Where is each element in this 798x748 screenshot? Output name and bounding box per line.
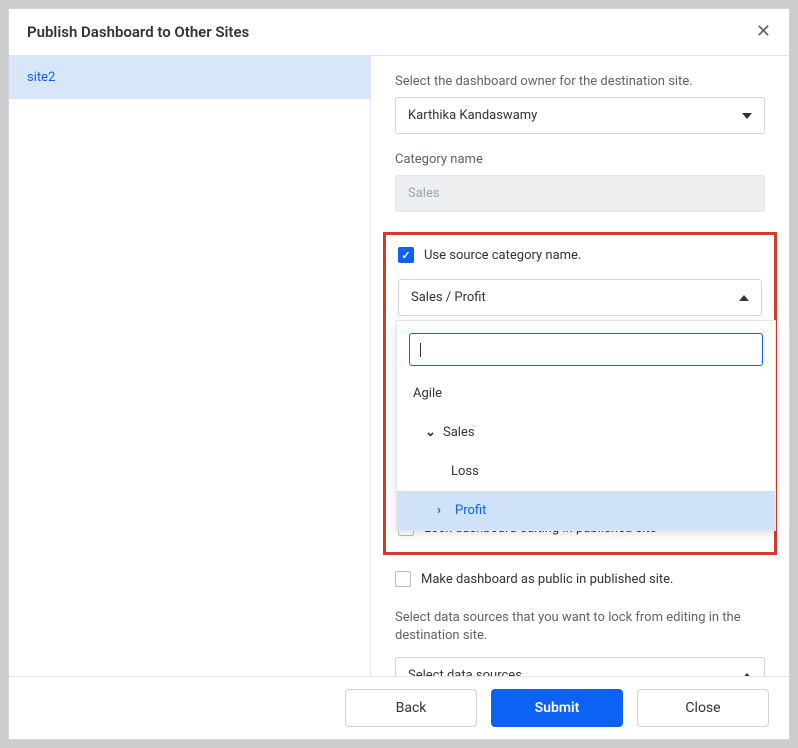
dialog-title: Publish Dashboard to Other Sites	[27, 23, 249, 41]
tree-item-sales[interactable]: ⌄ Sales	[397, 413, 775, 452]
datasource-hint: Select data sources that you want to loc…	[395, 609, 765, 645]
dialog-body: site2 Select the dashboard owner for the…	[9, 56, 789, 676]
sidebar-item-site2[interactable]: site2	[9, 56, 370, 99]
use-source-label: Use source category name.	[424, 248, 581, 263]
use-source-checkbox-row[interactable]: ✓ Use source category name.	[398, 247, 762, 263]
chevron-down-icon: ⌄	[425, 425, 437, 440]
owner-select-value: Karthika Kandaswamy	[408, 108, 537, 123]
main-panel: Select the dashboard owner for the desti…	[371, 56, 789, 676]
tree-item-loss[interactable]: Loss	[397, 452, 775, 491]
checkbox-checked-icon[interactable]: ✓	[398, 247, 414, 263]
caret-up-icon	[742, 673, 752, 676]
sidebar: site2	[9, 56, 371, 676]
owner-select[interactable]: Karthika Kandaswamy	[395, 97, 765, 134]
datasource-value: Select data sources	[408, 668, 522, 676]
category-label: Category name	[395, 152, 765, 167]
category-tree-value: Sales / Profit	[411, 290, 486, 305]
close-button[interactable]: Close	[637, 689, 769, 727]
caret-down-icon	[742, 113, 752, 119]
owner-label: Select the dashboard owner for the desti…	[395, 74, 765, 89]
tree-item-profit[interactable]: › Profit	[397, 491, 775, 530]
category-input: Sales	[395, 175, 765, 212]
tree-item-agile[interactable]: Agile	[397, 374, 775, 413]
make-public-label: Make dashboard as public in published si…	[421, 572, 673, 587]
caret-up-icon	[739, 295, 749, 301]
category-search-input[interactable]	[409, 333, 763, 366]
category-tree-select[interactable]: Sales / Profit	[398, 279, 762, 316]
back-button[interactable]: Back	[345, 689, 477, 727]
close-icon[interactable]: ✕	[756, 23, 771, 41]
highlight-box: ✓ Use source category name. Sales / Prof…	[383, 232, 777, 555]
datasource-select[interactable]: Select data sources	[395, 657, 765, 676]
dialog-footer: Back Submit Close	[9, 676, 789, 739]
checkbox-unchecked-icon[interactable]	[395, 571, 411, 587]
dialog-header: Publish Dashboard to Other Sites ✕	[9, 9, 789, 56]
publish-dialog: Publish Dashboard to Other Sites ✕ site2…	[8, 8, 790, 740]
submit-button[interactable]: Submit	[491, 689, 623, 727]
chevron-right-icon: ›	[437, 503, 449, 518]
make-public-row[interactable]: Make dashboard as public in published si…	[395, 571, 765, 587]
category-dropdown-panel: Agile ⌄ Sales Loss › Profit	[396, 320, 776, 531]
